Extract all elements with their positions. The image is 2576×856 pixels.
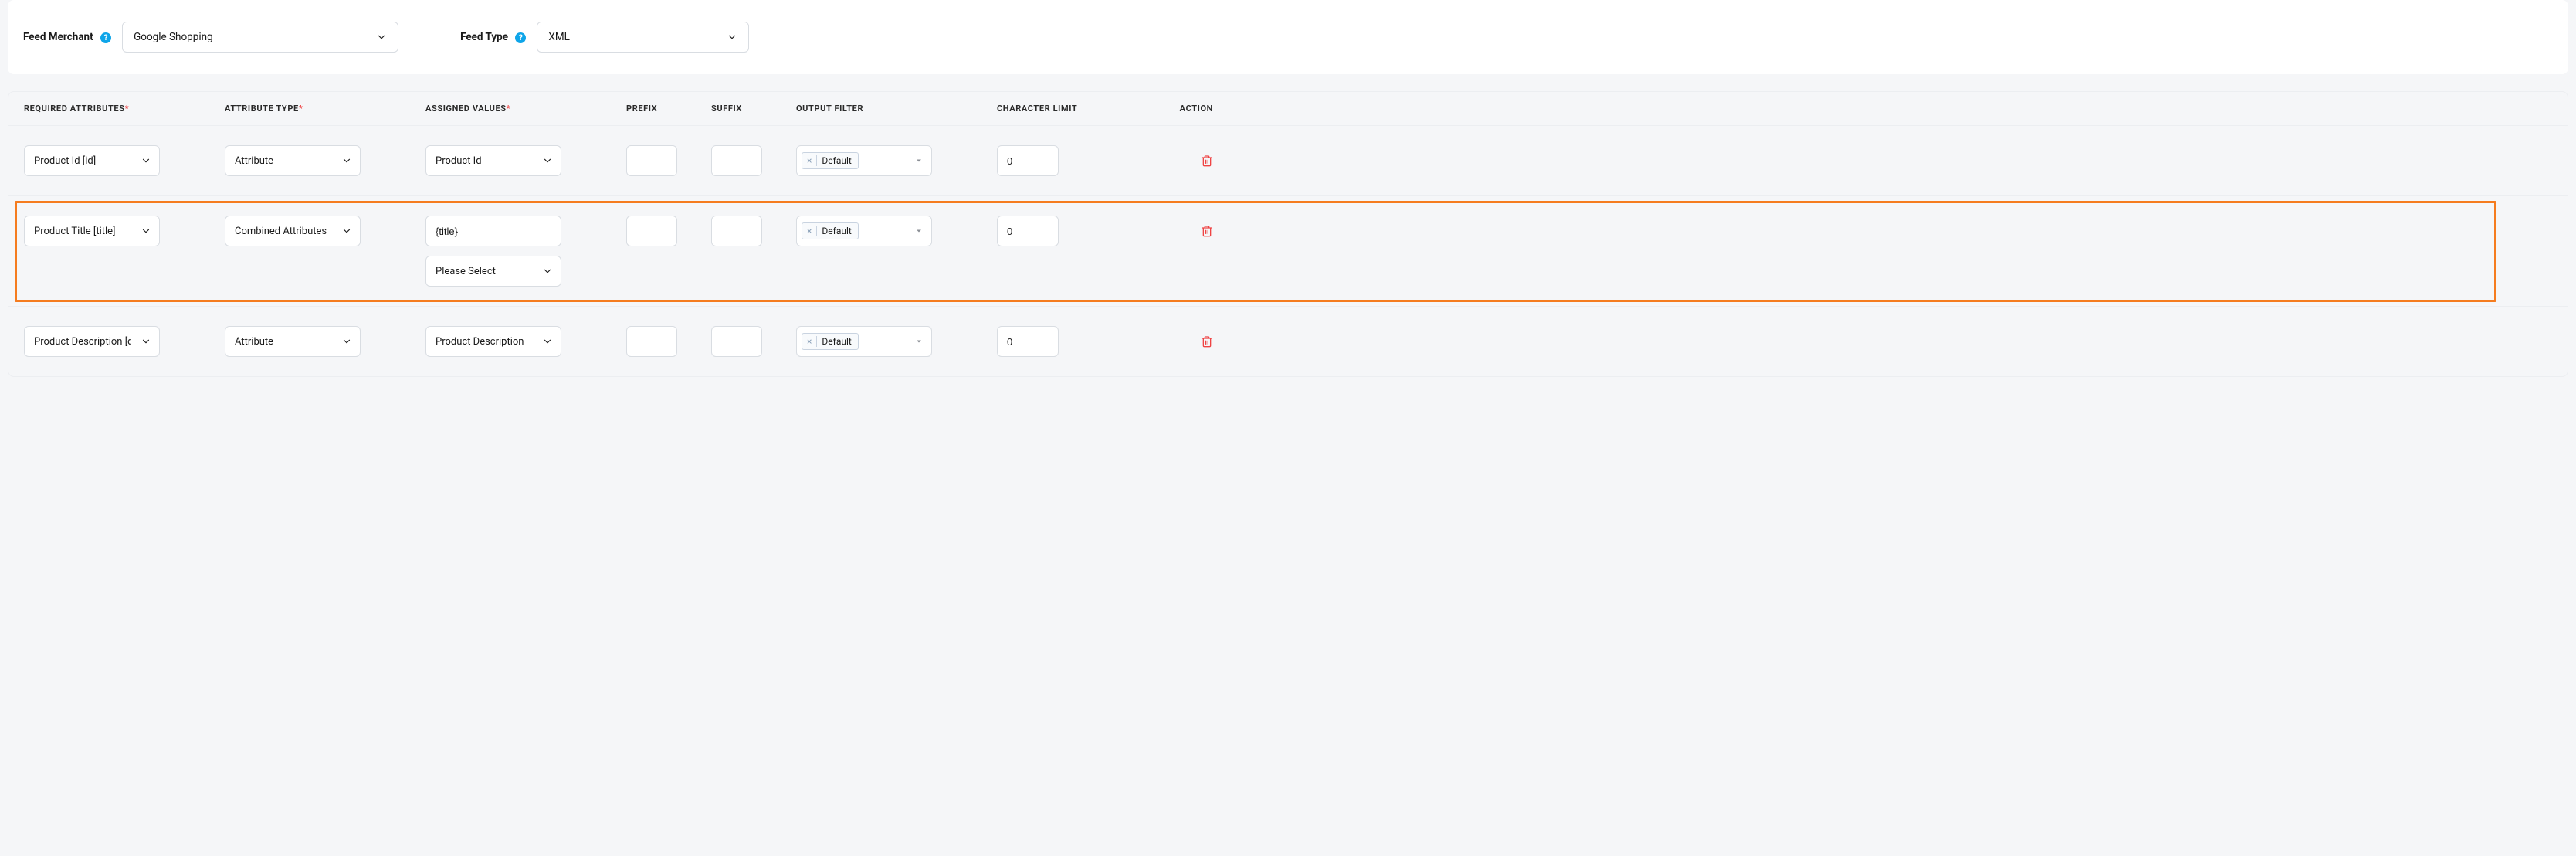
assigned-value: Product Id xyxy=(436,155,482,167)
chevron-down-icon xyxy=(914,337,924,346)
tag-remove-icon[interactable]: × xyxy=(802,155,817,166)
required-attribute-select[interactable]: Product Description [description] xyxy=(24,326,160,357)
feed-merchant-value: Google Shopping xyxy=(134,31,213,43)
prefix-input[interactable] xyxy=(626,216,677,246)
chevron-down-icon xyxy=(542,266,553,277)
assigned-placeholder: Please Select xyxy=(436,266,496,277)
chevron-down-icon xyxy=(376,32,387,42)
attribute-type-select[interactable]: Attribute xyxy=(225,145,361,176)
chevron-down-icon xyxy=(341,155,352,166)
feed-config-card: Feed Merchant ? Google Shopping Feed Typ… xyxy=(8,0,2568,74)
attribute-type-select[interactable]: Attribute xyxy=(225,326,361,357)
feed-merchant-group: Feed Merchant ? Google Shopping xyxy=(23,22,398,53)
assigned-text-input[interactable] xyxy=(425,216,561,246)
suffix-input[interactable] xyxy=(711,326,762,357)
output-filter-tag-label: Default xyxy=(822,336,851,347)
trash-icon xyxy=(1201,224,1213,238)
header-attribute-type: ATTRIBUTE TYPE* xyxy=(225,104,425,114)
output-filter-select[interactable]: × Default xyxy=(796,326,932,357)
output-filter-tag-label: Default xyxy=(822,226,851,236)
highlighted-row-wrap: Product Title [title] Combined Attribute… xyxy=(8,196,2568,307)
chevron-down-icon xyxy=(141,336,151,347)
feed-type-group: Feed Type ? XML xyxy=(460,22,749,53)
chevron-down-icon xyxy=(542,336,553,347)
header-prefix: PREFIX xyxy=(626,104,711,114)
chevron-down-icon xyxy=(141,226,151,236)
chevron-down-icon xyxy=(542,155,553,166)
assigned-value-select[interactable]: Product Description xyxy=(425,326,561,357)
table-row: Product Description [description] Attrib… xyxy=(8,307,2568,376)
table-row: Product Id [id] Attribute Product Id × D… xyxy=(8,126,2568,196)
output-filter-select[interactable]: × Default xyxy=(796,145,932,176)
header-suffix: SUFFIX xyxy=(711,104,796,114)
feed-merchant-label: Feed Merchant ? xyxy=(23,31,111,44)
chevron-down-icon xyxy=(141,155,151,166)
suffix-input[interactable] xyxy=(711,216,762,246)
output-filter-tag-label: Default xyxy=(822,155,851,166)
header-assigned-values: ASSIGNED VALUES* xyxy=(425,104,626,114)
delete-button[interactable] xyxy=(1201,335,1213,348)
header-required-attributes: REQUIRED ATTRIBUTES* xyxy=(24,104,225,114)
output-filter-tag: × Default xyxy=(802,333,859,350)
required-attribute-value: Product Title [title] xyxy=(34,226,116,237)
chevron-down-icon xyxy=(727,32,737,42)
required-attribute-select[interactable]: Product Title [title] xyxy=(24,216,160,246)
suffix-input[interactable] xyxy=(711,145,762,176)
assigned-value-select[interactable]: Please Select xyxy=(425,256,561,287)
required-attribute-value: Product Description [description] xyxy=(34,336,131,348)
feed-type-label: Feed Type ? xyxy=(460,31,526,44)
character-limit-input[interactable] xyxy=(997,326,1059,357)
grid-header-row: REQUIRED ATTRIBUTES* ATTRIBUTE TYPE* ASS… xyxy=(8,92,2568,126)
trash-icon xyxy=(1201,335,1213,348)
attribute-type-select[interactable]: Combined Attributes xyxy=(225,216,361,246)
prefix-input[interactable] xyxy=(626,145,677,176)
chevron-down-icon xyxy=(914,226,924,236)
tag-remove-icon[interactable]: × xyxy=(802,226,817,236)
attribute-type-value: Attribute xyxy=(235,336,273,348)
chevron-down-icon xyxy=(341,226,352,236)
assigned-value-select[interactable]: Product Id xyxy=(425,145,561,176)
feed-type-value: XML xyxy=(548,31,570,43)
output-filter-tag: × Default xyxy=(802,152,859,169)
help-icon[interactable]: ? xyxy=(100,32,111,43)
character-limit-input[interactable] xyxy=(997,216,1059,246)
trash-icon xyxy=(1201,154,1213,168)
tag-remove-icon[interactable]: × xyxy=(802,336,817,347)
feed-merchant-select[interactable]: Google Shopping xyxy=(122,22,398,53)
header-character-limit: CHARACTER LIMIT xyxy=(997,104,1136,114)
delete-button[interactable] xyxy=(1201,154,1213,168)
prefix-input[interactable] xyxy=(626,326,677,357)
required-attribute-select[interactable]: Product Id [id] xyxy=(24,145,160,176)
character-limit-input[interactable] xyxy=(997,145,1059,176)
help-icon[interactable]: ? xyxy=(515,32,526,43)
chevron-down-icon xyxy=(914,156,924,165)
output-filter-tag: × Default xyxy=(802,222,859,239)
chevron-down-icon xyxy=(341,336,352,347)
attribute-type-value: Attribute xyxy=(235,155,273,167)
delete-button[interactable] xyxy=(1201,224,1213,238)
header-output-filter: OUTPUT FILTER xyxy=(796,104,997,114)
header-action: ACTION xyxy=(1136,104,1213,114)
attribute-grid: REQUIRED ATTRIBUTES* ATTRIBUTE TYPE* ASS… xyxy=(8,91,2568,377)
attribute-type-value: Combined Attributes xyxy=(235,226,327,237)
output-filter-select[interactable]: × Default xyxy=(796,216,932,246)
assigned-value: Product Description xyxy=(436,336,524,348)
table-row: Product Title [title] Combined Attribute… xyxy=(8,196,2568,307)
feed-type-select[interactable]: XML xyxy=(537,22,749,53)
required-attribute-value: Product Id [id] xyxy=(34,155,96,167)
